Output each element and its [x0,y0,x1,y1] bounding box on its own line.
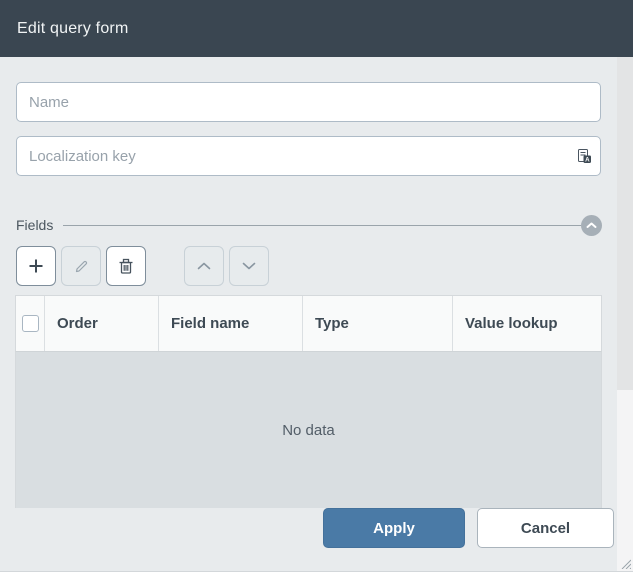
plus-icon [28,258,44,274]
add-field-button[interactable] [16,246,56,286]
column-header-order[interactable]: Order [45,296,159,351]
cancel-button[interactable]: Cancel [477,508,614,548]
dialog-header: Edit query form [0,0,633,57]
select-all-cell [16,296,45,351]
scrollbar-thumb[interactable] [617,57,633,390]
no-data-text: No data [282,422,335,439]
trash-icon [118,258,134,275]
fields-toolbar [16,246,274,286]
move-down-button[interactable] [229,246,269,286]
fields-group-divider [63,225,581,226]
apply-button[interactable]: Apply [323,508,465,548]
fields-group-label: Fields [16,217,63,233]
chevron-up-icon [586,222,597,229]
resize-grip-icon[interactable] [619,557,631,569]
localization-key-input[interactable] [16,136,601,176]
fields-collapse-button[interactable] [581,215,602,236]
edit-query-form-dialog: Edit query form A Fields [0,0,633,572]
select-all-checkbox[interactable] [22,315,39,332]
chevron-up-icon [197,262,211,270]
column-header-type[interactable]: Type [303,296,453,351]
localization-key-field-wrap: A [16,136,601,176]
move-up-button[interactable] [184,246,224,286]
fields-table-body: No data [15,352,602,508]
fields-table-header: Order Field name Type Value lookup [15,295,602,352]
dialog-title: Edit query form [17,20,128,38]
edit-field-button[interactable] [61,246,101,286]
svg-text:A: A [585,156,590,163]
name-input[interactable] [16,82,601,122]
column-header-value-lookup[interactable]: Value lookup [453,296,601,351]
chevron-down-icon [242,262,256,270]
pencil-icon [74,259,89,274]
delete-field-button[interactable] [106,246,146,286]
column-header-field-name[interactable]: Field name [159,296,303,351]
fields-group-header: Fields [16,214,602,236]
name-field-wrap [16,82,601,122]
fields-table: Order Field name Type Value lookup No da… [15,295,602,508]
vertical-scrollbar[interactable] [617,57,633,572]
localization-lookup-icon[interactable]: A [576,148,592,164]
